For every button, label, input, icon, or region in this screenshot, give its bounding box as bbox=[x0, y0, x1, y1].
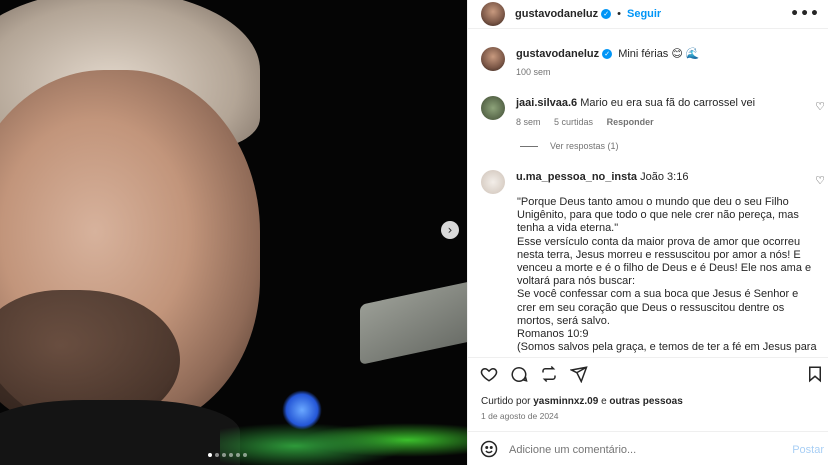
view-replies-label: Ver respostas (1) bbox=[550, 141, 619, 151]
comment-time: 8 sem bbox=[516, 117, 541, 127]
comment-text: Mario eu era sua fã do carrossel vei bbox=[580, 97, 756, 109]
comment-username[interactable]: jaai.silvaa.6 bbox=[516, 97, 577, 109]
post-photo[interactable]: › bbox=[0, 0, 467, 465]
commenter-avatar[interactable] bbox=[481, 170, 505, 194]
comment-likes[interactable]: 5 curtidas bbox=[554, 117, 593, 127]
carousel-dot bbox=[229, 453, 233, 457]
emoji-icon[interactable] bbox=[468, 440, 498, 461]
comment-text-line: jaai.silvaa.6 Mario eu era sua fã do car… bbox=[516, 96, 755, 110]
comment-text-line: u.ma_pessoa_no_insta João 3:16 bbox=[516, 170, 688, 184]
caption-row: gustavodaneluz ✓ Mini férias 😊 🌊 100 sem bbox=[481, 47, 700, 77]
reply-button[interactable]: Responder bbox=[607, 117, 654, 127]
author-username[interactable]: gustavodaneluz bbox=[515, 8, 598, 20]
carousel-dot bbox=[222, 453, 226, 457]
comment-paragraph: "Porque Deus tanto amou o mundo que deu … bbox=[517, 196, 799, 235]
view-replies-button[interactable]: Ver respostas (1) bbox=[520, 141, 619, 151]
verified-icon: ✓ bbox=[601, 9, 612, 19]
like-icon[interactable] bbox=[480, 365, 498, 386]
photo-green-lights bbox=[220, 410, 467, 465]
repost-icon[interactable] bbox=[540, 365, 558, 386]
separator-dot: • bbox=[617, 8, 621, 20]
action-icons bbox=[480, 365, 588, 386]
comment-paragraph: Se você confessar com a sua boca que Jes… bbox=[517, 288, 799, 327]
view-replies-line bbox=[520, 145, 538, 147]
carousel-dot-active bbox=[208, 453, 212, 457]
comment-row: jaai.silvaa.6 Mario eu era sua fã do car… bbox=[481, 96, 755, 127]
comment-input[interactable] bbox=[509, 444, 769, 456]
comment-like-icon[interactable]: ♡ bbox=[815, 174, 825, 187]
comment-paragraph: Esse versículo conta da maior prova de a… bbox=[517, 235, 812, 288]
add-comment-bar: Postar bbox=[468, 431, 828, 465]
caption-time: 100 sem bbox=[516, 67, 551, 77]
comment-row: u.ma_pessoa_no_insta João 3:16 bbox=[481, 170, 688, 194]
carousel-dots bbox=[208, 453, 247, 457]
comment-paragraph: Romanos 10:9 bbox=[517, 328, 589, 341]
photo-blue-light bbox=[282, 390, 322, 430]
post-header: gustavodaneluz ✓ • Seguir ••• bbox=[468, 0, 828, 29]
liked-prefix: Curtido por bbox=[481, 396, 531, 407]
author-avatar[interactable] bbox=[481, 47, 505, 71]
photo-umbrella bbox=[360, 275, 467, 365]
comment-paragraph: (Somos salvos pela graça, e temos de ter… bbox=[517, 341, 817, 354]
liked-others[interactable]: outras pessoas bbox=[609, 396, 682, 407]
comment-icon[interactable] bbox=[510, 365, 528, 386]
comment-text-first-line: João 3:16 bbox=[640, 171, 689, 183]
more-options-icon[interactable]: ••• bbox=[790, 6, 820, 22]
carousel-dot bbox=[236, 453, 240, 457]
comment-body: u.ma_pessoa_no_insta João 3:16 bbox=[516, 170, 688, 194]
post-actions: Curtido por yasminnxz.09 e outras pessoa… bbox=[468, 357, 828, 465]
caption-username[interactable]: gustavodaneluz bbox=[516, 48, 599, 60]
comment-meta: 8 sem 5 curtidas Responder bbox=[516, 117, 755, 127]
comments-list[interactable]: gustavodaneluz ✓ Mini férias 😊 🌊 100 sem … bbox=[468, 30, 828, 357]
caption-text-line: gustavodaneluz ✓ Mini férias 😊 🌊 bbox=[516, 47, 700, 61]
follow-button[interactable]: Seguir bbox=[627, 8, 661, 20]
caption-body: gustavodaneluz ✓ Mini férias 😊 🌊 100 sem bbox=[516, 47, 700, 77]
post-side-panel: gustavodaneluz ✓ • Seguir ••• gustavodan… bbox=[467, 0, 828, 465]
carousel-dot bbox=[215, 453, 219, 457]
comment-like-icon[interactable]: ♡ bbox=[815, 100, 825, 113]
post-comment-button[interactable]: Postar bbox=[792, 444, 824, 456]
comment-body: jaai.silvaa.6 Mario eu era sua fã do car… bbox=[516, 96, 755, 127]
caption-meta: 100 sem bbox=[516, 67, 700, 77]
author-avatar[interactable] bbox=[481, 2, 505, 26]
comment-username[interactable]: u.ma_pessoa_no_insta bbox=[516, 171, 637, 183]
carousel-dot bbox=[243, 453, 247, 457]
commenter-avatar[interactable] bbox=[481, 96, 505, 120]
liked-by: Curtido por yasminnxz.09 e outras pessoa… bbox=[481, 396, 683, 407]
post-date: 1 de agosto de 2024 bbox=[481, 411, 559, 421]
share-icon[interactable] bbox=[569, 365, 588, 386]
carousel-next-button[interactable]: › bbox=[441, 221, 459, 239]
liked-user[interactable]: yasminnxz.09 bbox=[533, 396, 598, 407]
caption-text: Mini férias 😊 🌊 bbox=[618, 48, 700, 60]
photo-shirt bbox=[0, 400, 240, 465]
comment-long-text: "Porque Deus tanto amou o mundo que deu … bbox=[517, 196, 817, 354]
bookmark-icon[interactable] bbox=[806, 365, 824, 386]
liked-and: e bbox=[601, 396, 607, 407]
verified-icon: ✓ bbox=[602, 49, 613, 60]
